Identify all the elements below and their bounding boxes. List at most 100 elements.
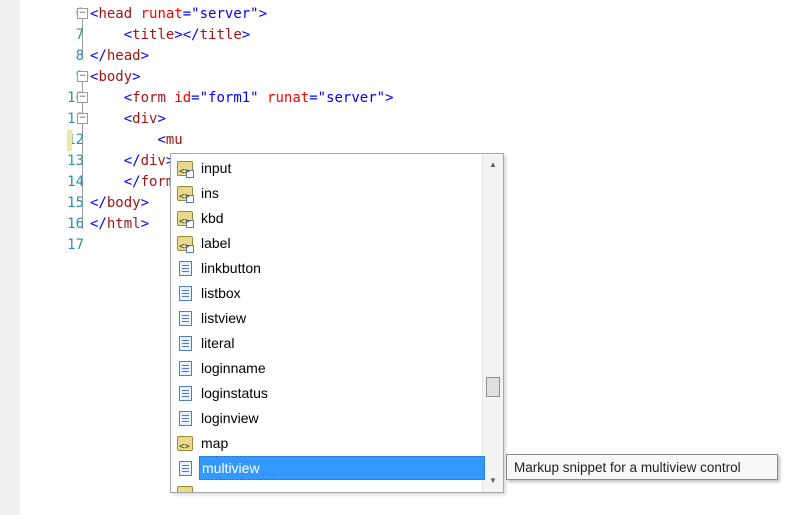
- completion-item-label: loginview: [201, 410, 259, 426]
- completion-item-label: ins: [201, 185, 219, 201]
- completion-item[interactable]: loginstatus: [175, 381, 481, 405]
- completion-item[interactable]: loginview: [175, 406, 481, 430]
- line-number: 15: [67, 195, 84, 211]
- line-number: 7: [75, 27, 84, 43]
- completion-item[interactable]: label: [175, 231, 481, 259]
- page-badge-icon: [186, 195, 194, 203]
- collapse-toggle-icon[interactable]: −: [77, 92, 88, 103]
- scroll-up-arrow-icon[interactable]: ▲: [483, 156, 503, 174]
- code-token: >: [140, 48, 150, 64]
- code-token: >: [385, 90, 394, 106]
- code-token: runat: [258, 90, 310, 106]
- completion-item-label: map: [201, 435, 229, 451]
- code-line[interactable]: 9−<body>: [20, 67, 808, 88]
- completion-item[interactable]: loginname: [175, 356, 481, 380]
- snippet-icon: [179, 361, 192, 376]
- tag-icon: [177, 435, 193, 459]
- code-token: title: [132, 27, 175, 43]
- completion-item[interactable]: map: [175, 431, 481, 459]
- code-token: <: [90, 90, 133, 106]
- html-tag-icon: [177, 235, 194, 259]
- code-token: id: [165, 90, 192, 106]
- completion-item[interactable]: literal: [175, 331, 481, 355]
- completion-scrollbar[interactable]: ▲ ▼: [482, 154, 503, 492]
- code-token: <: [90, 132, 166, 148]
- code-text: <title></title>: [90, 25, 251, 46]
- snippet-icon: [179, 461, 192, 476]
- completion-item[interactable]: listbox: [175, 281, 481, 305]
- page-badge-icon: [186, 170, 194, 178]
- code-token: "form1": [199, 90, 259, 106]
- line-number: 13: [67, 153, 84, 169]
- scroll-down-arrow-icon[interactable]: ▼: [483, 472, 503, 490]
- code-token: "server": [191, 6, 259, 22]
- snippet-icon: [179, 261, 192, 276]
- completion-item-label: kbd: [201, 210, 224, 226]
- completion-item[interactable]: listview: [175, 306, 481, 330]
- snippet-icon: [179, 336, 192, 351]
- code-line[interactable]: 10− <form id="form1" runat="server">: [20, 88, 808, 109]
- collapse-toggle-icon[interactable]: −: [77, 8, 88, 19]
- collapse-toggle-icon[interactable]: −: [77, 71, 88, 82]
- page-badge-icon: [186, 220, 194, 228]
- code-token: >: [132, 69, 141, 85]
- code-token: "server": [317, 90, 386, 106]
- code-text: <form id="form1" runat="server">: [90, 88, 394, 109]
- html-tag-icon: [177, 210, 194, 234]
- code-token: </: [90, 195, 107, 211]
- completion-item[interactable]: ins: [175, 181, 481, 209]
- collapse-toggle-icon[interactable]: −: [77, 113, 88, 124]
- snippet-icon: [179, 411, 192, 426]
- html-tag-icon: [177, 485, 193, 492]
- code-token: </: [90, 153, 141, 169]
- code-token: </: [90, 174, 141, 190]
- completion-item-selected[interactable]: multiview: [175, 456, 485, 480]
- code-line[interactable]: 11− <div>: [20, 109, 808, 130]
- completion-item[interactable]: linkbutton: [175, 256, 481, 280]
- code-token: =: [309, 90, 318, 106]
- code-token: >: [258, 6, 268, 22]
- code-token: =: [182, 6, 192, 22]
- completion-tooltip: Markup snippet for a multiview control: [506, 454, 778, 480]
- code-text: <div>: [90, 109, 166, 130]
- code-token: >: [140, 195, 150, 211]
- code-text: </form>: [90, 172, 183, 193]
- line-number: 8: [75, 48, 84, 64]
- code-token: </: [90, 48, 107, 64]
- completion-item-label: loginname: [201, 360, 266, 376]
- code-token: =: [191, 90, 200, 106]
- intellisense-completion-list[interactable]: ▲ ▼ input ins kbd label linkbutton listbox lis…: [170, 153, 504, 493]
- editor-left-margin: [0, 0, 20, 515]
- code-token: div: [140, 153, 166, 169]
- line-number: 14: [67, 174, 84, 190]
- code-text: <head runat="server">: [90, 4, 267, 25]
- code-token: <: [90, 27, 133, 43]
- code-line[interactable]: 8 </head>: [20, 46, 808, 67]
- code-token: form: [132, 90, 166, 106]
- completion-item-label: multiview: [199, 456, 485, 480]
- completion-item[interactable]: kbd: [175, 206, 481, 234]
- snippet-icon: [179, 386, 192, 401]
- code-token: head: [98, 6, 133, 22]
- line-number: 17: [67, 237, 84, 253]
- completion-item-label: input: [201, 160, 232, 176]
- completion-item[interactable]: input: [175, 156, 481, 184]
- code-line[interactable]: 6−<head runat="server">: [20, 4, 808, 25]
- code-line[interactable]: 7 <title></title>: [20, 25, 808, 46]
- snippet-icon: [179, 311, 192, 326]
- code-token: body: [106, 195, 141, 211]
- line-number: 12: [67, 132, 84, 148]
- completion-item-partial: [175, 481, 481, 492]
- code-token: >: [241, 27, 251, 43]
- line-number: 16: [67, 216, 84, 232]
- scroll-thumb[interactable]: [486, 377, 500, 397]
- code-token: body: [98, 69, 133, 85]
- code-text: <body>: [90, 67, 141, 88]
- code-text: </body>: [90, 193, 149, 214]
- code-line[interactable]: 12 <mu: [20, 130, 808, 151]
- snippet-icon: [179, 286, 192, 301]
- code-token: mu: [165, 132, 183, 148]
- code-token: title: [199, 27, 242, 43]
- code-token: div: [132, 111, 158, 127]
- code-token: >: [157, 111, 166, 127]
